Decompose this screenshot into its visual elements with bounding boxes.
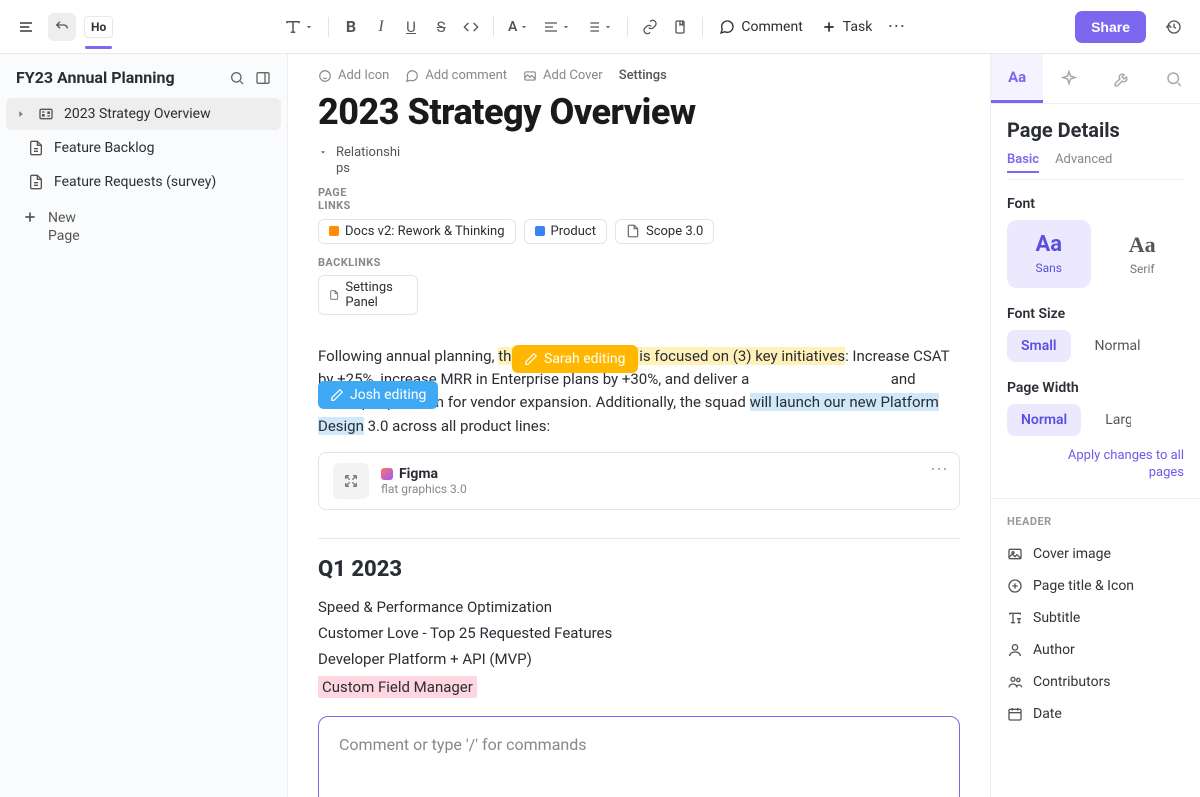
sidebar-title: FY23 Annual Planning	[16, 68, 175, 87]
sidebar-item-feature-requests[interactable]: Feature Requests (survey)	[6, 166, 281, 198]
pagewidth-large[interactable]: Large	[1091, 404, 1131, 436]
align-dropdown[interactable]	[537, 15, 577, 39]
list-item[interactable]: Speed & Performance Optimization	[318, 594, 960, 620]
search-icon[interactable]	[229, 70, 245, 86]
share-button[interactable]: Share	[1075, 11, 1146, 43]
task-label: Task	[843, 19, 873, 35]
header-cover-image[interactable]: Cover image	[1007, 538, 1184, 570]
list-dropdown[interactable]	[579, 15, 619, 39]
header-subtitle[interactable]: Subtitle	[1007, 602, 1184, 634]
fontsize-normal[interactable]: Normal	[1081, 330, 1155, 362]
add-icon-button[interactable]: Add Icon	[318, 68, 389, 83]
divider	[318, 538, 960, 539]
task-button[interactable]: Task	[813, 13, 881, 41]
header-author[interactable]: Author	[1007, 634, 1184, 666]
panel-title: Page Details	[1007, 118, 1184, 142]
sidebar-item-label: Feature Requests (survey)	[54, 174, 216, 190]
strikethrough-icon[interactable]: S	[427, 13, 455, 41]
relationships-toggle[interactable]: Relationships	[336, 145, 406, 176]
font-sans[interactable]: Aa Sans	[1007, 220, 1091, 288]
backlinks-label: BACKLINKS	[318, 256, 378, 269]
list-item[interactable]: Custom Field Manager	[318, 672, 960, 702]
link-icon[interactable]	[636, 13, 664, 41]
square-icon	[535, 226, 545, 236]
text-color-dropdown[interactable]: A	[502, 15, 535, 39]
fontsize-label: Font Size	[1007, 306, 1184, 322]
header-section-label: HEADER	[1007, 515, 1184, 528]
subtab-basic[interactable]: Basic	[1007, 152, 1039, 173]
list-item[interactable]: Developer Platform + API (MVP)	[318, 646, 960, 672]
new-page-label: New Page	[48, 209, 80, 245]
add-cover-button[interactable]: Add Cover	[523, 68, 603, 83]
sidebar-item-label: Feature Backlog	[54, 140, 154, 156]
tab-search[interactable]	[1148, 54, 1200, 103]
comment-button[interactable]: Comment	[711, 13, 810, 41]
more-icon[interactable]: ⋯	[882, 13, 910, 41]
page-link-chip[interactable]: Scope 3.0	[615, 219, 714, 244]
presence-badge-josh: Josh editing	[318, 381, 438, 409]
comment-input[interactable]: Comment or type '/' for commands	[318, 716, 960, 797]
fontsize-small[interactable]: Small	[1007, 330, 1071, 362]
page-link-chip[interactable]: Product	[524, 219, 607, 244]
add-comment-button[interactable]: Add comment	[405, 68, 507, 83]
tab-ai[interactable]	[1043, 54, 1095, 103]
header-title-icon[interactable]: Page title & Icon	[1007, 570, 1184, 602]
undo-icon[interactable]	[48, 13, 76, 41]
top-toolbar: Ho B I U S A	[0, 0, 1200, 54]
backlink-chip[interactable]: Settings Panel	[318, 275, 418, 315]
font-serif[interactable]: Aa Serif	[1101, 220, 1185, 288]
figma-icon	[381, 468, 393, 480]
embed-subtitle: flat graphics 3.0	[381, 482, 467, 496]
more-icon[interactable]: ⋯	[930, 459, 949, 480]
page-link-chip[interactable]: Docs v2: Rework & Thinking	[318, 219, 516, 244]
apply-all-link[interactable]: Apply changes to all pages	[1007, 448, 1184, 482]
embed-title: Figma	[399, 466, 438, 482]
bold-icon[interactable]: B	[337, 13, 365, 41]
collapse-sidebar-icon[interactable]	[255, 70, 271, 86]
comment-label: Comment	[741, 19, 802, 35]
code-icon[interactable]	[457, 13, 485, 41]
right-panel: Aa Page Details Basic Advanced Font Aa S…	[990, 54, 1200, 797]
list-item[interactable]: Customer Love - Top 25 Requested Feature…	[318, 620, 960, 646]
document-icon	[626, 224, 640, 238]
sidebar-item-label: 2023 Strategy Overview	[64, 106, 211, 122]
bookmark-icon[interactable]	[666, 13, 694, 41]
header-date[interactable]: Date	[1007, 698, 1184, 730]
doc-settings-button[interactable]: Settings	[619, 68, 667, 83]
tab-typography[interactable]: Aa	[991, 54, 1043, 103]
text-style-dropdown[interactable]	[278, 14, 320, 40]
italic-icon[interactable]: I	[367, 13, 395, 41]
section-heading[interactable]: Q1 2023	[318, 557, 960, 582]
home-tab[interactable]: Ho	[84, 16, 113, 38]
history-icon[interactable]	[1160, 13, 1188, 41]
page-links-label: PAGE LINKS	[318, 186, 378, 212]
hamburger-icon[interactable]	[12, 13, 40, 41]
sidebar-item-strategy-overview[interactable]: 2023 Strategy Overview	[6, 98, 281, 130]
header-contributors[interactable]: Contributors	[1007, 666, 1184, 698]
document-content: Add Icon Add comment Add Cover Settings …	[288, 54, 990, 797]
expand-icon[interactable]	[333, 463, 369, 499]
sidebar-item-feature-backlog[interactable]: Feature Backlog	[6, 132, 281, 164]
highlight-pink: Custom Field Manager	[318, 676, 477, 698]
sidebar: FY23 Annual Planning 2023 Strategy Overv…	[0, 54, 288, 797]
presence-badge-sarah: Sarah editing	[512, 345, 638, 373]
figma-embed[interactable]: Figma flat graphics 3.0 ⋯	[318, 452, 960, 510]
new-page-button[interactable]: New Page	[0, 199, 287, 253]
pencil-icon	[524, 352, 538, 366]
subtab-advanced[interactable]: Advanced	[1055, 152, 1095, 173]
pencil-icon	[330, 388, 344, 402]
pagewidth-normal[interactable]: Normal	[1007, 404, 1081, 436]
font-label: Font	[1007, 196, 1184, 212]
pagewidth-label: Page Width	[1007, 380, 1184, 396]
tab-tools[interactable]	[1096, 54, 1148, 103]
square-icon	[329, 226, 339, 236]
page-title[interactable]: 2023 Strategy Overview	[318, 91, 960, 133]
document-icon	[329, 288, 339, 302]
underline-icon[interactable]: U	[397, 13, 425, 41]
